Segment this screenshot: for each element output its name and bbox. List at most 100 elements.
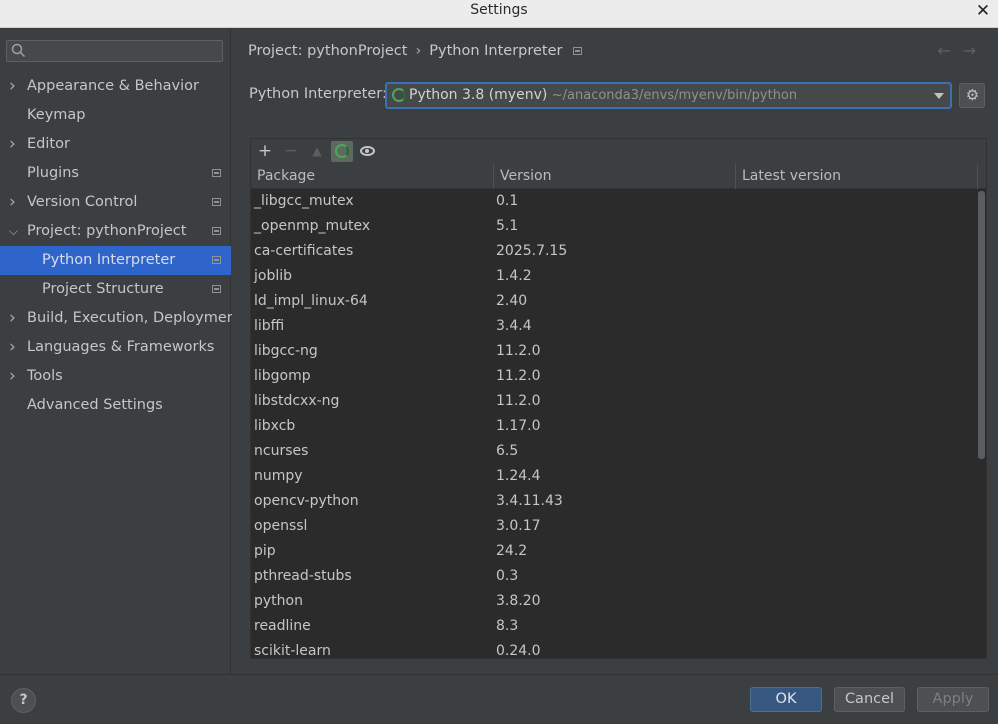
table-row[interactable]: ca-certificates 2025.7.15 xyxy=(251,239,976,264)
help-button[interactable]: ? xyxy=(11,688,36,713)
interpreter-settings-button[interactable]: ⚙ xyxy=(959,83,985,108)
table-row[interactable]: libgcc-ng 11.2.0 xyxy=(251,339,976,364)
close-icon[interactable]: ✕ xyxy=(974,0,992,24)
show-early-releases-button[interactable] xyxy=(357,141,379,162)
sidebar-item-project-pythonproject[interactable]: ⌵ Project: pythonProject xyxy=(0,217,231,246)
sidebar-item-advanced-settings[interactable]: Advanced Settings xyxy=(0,391,231,420)
package-name: ld_impl_linux-64 xyxy=(254,293,368,309)
package-name: _openmp_mutex xyxy=(254,218,371,234)
package-name: joblib xyxy=(254,268,293,284)
table-row[interactable]: pip 24.2 xyxy=(251,539,976,564)
package-version: 3.4.11.43 xyxy=(496,493,563,509)
chevron-right-icon[interactable]: › xyxy=(9,333,21,362)
package-version: 2.40 xyxy=(496,293,528,309)
sidebar-item-python-interpreter[interactable]: Python Interpreter xyxy=(0,246,231,275)
breadcrumb-project: Project: pythonProject xyxy=(248,43,408,59)
sidebar-item-build-execution-deployment[interactable]: › Build, Execution, Deployment xyxy=(0,304,242,333)
table-row[interactable]: opencv-python 3.4.11.43 xyxy=(251,489,976,514)
sidebar-item-plugins[interactable]: Plugins xyxy=(0,159,231,188)
package-name: pthread-stubs xyxy=(254,568,352,584)
column-header-latest-version[interactable]: Latest version xyxy=(736,164,978,189)
package-version: 3.0.17 xyxy=(496,518,541,534)
package-name: _libgcc_mutex xyxy=(254,193,354,209)
back-arrow-icon[interactable]: ← xyxy=(937,41,962,60)
remove-package-button[interactable]: − xyxy=(280,141,302,162)
package-version: 2025.7.15 xyxy=(496,243,568,259)
project-scope-icon xyxy=(212,227,221,235)
sidebar-item-tools[interactable]: › Tools xyxy=(0,362,231,391)
chevron-right-icon[interactable]: › xyxy=(9,130,21,159)
ok-button[interactable]: OK xyxy=(750,687,822,712)
sidebar-item-languages-frameworks[interactable]: › Languages & Frameworks xyxy=(0,333,231,362)
column-header-package[interactable]: Package xyxy=(251,164,494,189)
table-row[interactable]: libstdcxx-ng 11.2.0 xyxy=(251,389,976,414)
sidebar-item-editor[interactable]: › Editor xyxy=(0,130,231,159)
upgrade-package-button[interactable]: ▲ xyxy=(306,141,328,162)
chevron-right-icon[interactable]: › xyxy=(9,72,21,101)
sidebar-item-project-structure[interactable]: Project Structure xyxy=(0,275,231,304)
table-row[interactable]: libgomp 11.2.0 xyxy=(251,364,976,389)
table-row[interactable]: _openmp_mutex 5.1 xyxy=(251,214,976,239)
title-bar: Settings ✕ xyxy=(0,0,998,28)
package-version: 11.2.0 xyxy=(496,368,541,384)
chevron-right-icon[interactable]: › xyxy=(9,304,21,333)
sidebar-item-label: Appearance & Behavior xyxy=(27,78,199,94)
interpreter-select[interactable]: Python 3.8 (myenv) ~/anaconda3/envs/myen… xyxy=(385,82,952,109)
package-version: 0.24.0 xyxy=(496,643,541,658)
apply-button[interactable]: Apply xyxy=(917,687,989,712)
project-scope-icon xyxy=(212,285,221,293)
package-version: 1.17.0 xyxy=(496,418,541,434)
table-row[interactable]: pthread-stubs 0.3 xyxy=(251,564,976,589)
package-version: 11.2.0 xyxy=(496,343,541,359)
package-version: 8.3 xyxy=(496,618,519,634)
chevron-right-icon[interactable]: › xyxy=(9,362,21,391)
sidebar-item-label: Editor xyxy=(27,136,70,152)
table-row[interactable]: openssl 3.0.17 xyxy=(251,514,976,539)
scrollbar-thumb[interactable] xyxy=(978,191,985,459)
table-row[interactable]: libxcb 1.17.0 xyxy=(251,414,976,439)
forward-arrow-icon[interactable]: → xyxy=(963,41,988,60)
eye-icon xyxy=(360,146,375,156)
package-version: 24.2 xyxy=(496,543,528,559)
table-row[interactable]: numpy 1.24.4 xyxy=(251,464,976,489)
chevron-down-icon[interactable]: ⌵ xyxy=(9,217,21,246)
page-title: Python Interpreter xyxy=(429,43,563,59)
table-row[interactable]: scikit-learn 0.24.0 xyxy=(251,639,976,658)
table-row[interactable]: readline 8.3 xyxy=(251,614,976,639)
sidebar-item-label: Advanced Settings xyxy=(27,397,163,413)
table-row[interactable]: libffi 3.4.4 xyxy=(251,314,976,339)
table-row[interactable]: ld_impl_linux-64 2.40 xyxy=(251,289,976,314)
breadcrumb: Project: pythonProject › Python Interprete… xyxy=(248,43,582,59)
table-row[interactable]: python 3.8.20 xyxy=(251,589,976,614)
package-name: libxcb xyxy=(254,418,296,434)
refresh-button[interactable] xyxy=(331,141,353,162)
sidebar-item-keymap[interactable]: Keymap xyxy=(0,101,231,130)
sidebar-item-appearance-behavior[interactable]: › Appearance & Behavior xyxy=(0,72,231,101)
project-scope-icon xyxy=(572,47,582,55)
add-package-button[interactable]: + xyxy=(254,141,276,162)
sidebar-item-label: Project Structure xyxy=(42,281,164,297)
sidebar-item-label: Build, Execution, Deployment xyxy=(27,310,242,326)
column-header-version[interactable]: Version xyxy=(494,164,736,189)
loading-spinner-icon xyxy=(392,88,406,102)
table-row[interactable]: joblib 1.4.2 xyxy=(251,264,976,289)
package-name: openssl xyxy=(254,518,308,534)
chevron-right-icon[interactable]: › xyxy=(9,188,21,217)
settings-sidebar: › Appearance & Behavior Keymap › Editor Plugi… xyxy=(0,28,242,674)
search-icon xyxy=(11,43,26,58)
package-name: ncurses xyxy=(254,443,309,459)
table-header: Package Version Latest version xyxy=(251,164,986,189)
project-scope-icon xyxy=(212,169,221,177)
packages-table: Package Version Latest version _libgcc_m… xyxy=(251,164,986,658)
package-name: libgcc-ng xyxy=(254,343,318,359)
window-title: Settings xyxy=(470,2,528,18)
table-scrollbar[interactable] xyxy=(978,189,986,658)
sidebar-item-version-control[interactable]: › Version Control xyxy=(0,188,231,217)
cancel-button[interactable]: Cancel xyxy=(834,687,905,712)
interpreter-label: Python Interpreter: xyxy=(249,86,387,102)
table-row[interactable]: ncurses 6.5 xyxy=(251,439,976,464)
table-row[interactable]: _libgcc_mutex 0.1 xyxy=(251,189,976,214)
settings-search-input[interactable] xyxy=(6,40,223,62)
package-name: scikit-learn xyxy=(254,643,331,658)
history-nav: ←→ xyxy=(937,41,988,60)
